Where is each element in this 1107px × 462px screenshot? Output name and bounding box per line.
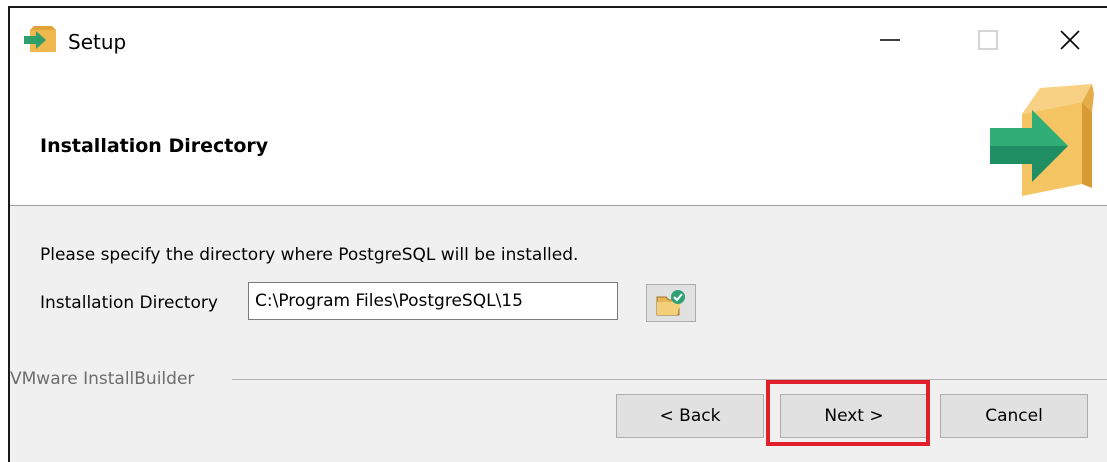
cancel-button[interactable]: Cancel (940, 394, 1088, 438)
minimize-icon (880, 39, 900, 41)
window-title: Setup (68, 30, 127, 54)
maximize-button[interactable] (958, 18, 1018, 62)
title-bar: Setup (10, 8, 1107, 82)
minimize-button[interactable] (860, 18, 920, 62)
directory-label: Installation Directory (40, 293, 218, 313)
browse-button[interactable] (646, 284, 696, 322)
setup-window: Setup Installation Directory Please spec… (8, 6, 1107, 462)
folder-browse-icon (656, 290, 685, 316)
next-button[interactable]: Next > (780, 394, 928, 438)
page-title: Installation Directory (40, 135, 269, 157)
maximize-icon (978, 30, 998, 50)
back-button[interactable]: < Back (616, 394, 764, 438)
directory-input[interactable] (248, 282, 618, 320)
box-arrow-icon (984, 84, 1094, 202)
installer-brand: VMware InstallBuilder (10, 368, 201, 390)
close-button[interactable] (1040, 18, 1100, 62)
header-panel: Installation Directory (10, 82, 1107, 206)
close-icon (1060, 30, 1080, 50)
directory-prompt: Please specify the directory where Postg… (40, 245, 579, 265)
app-icon (24, 26, 58, 54)
footer-divider (232, 379, 1107, 380)
